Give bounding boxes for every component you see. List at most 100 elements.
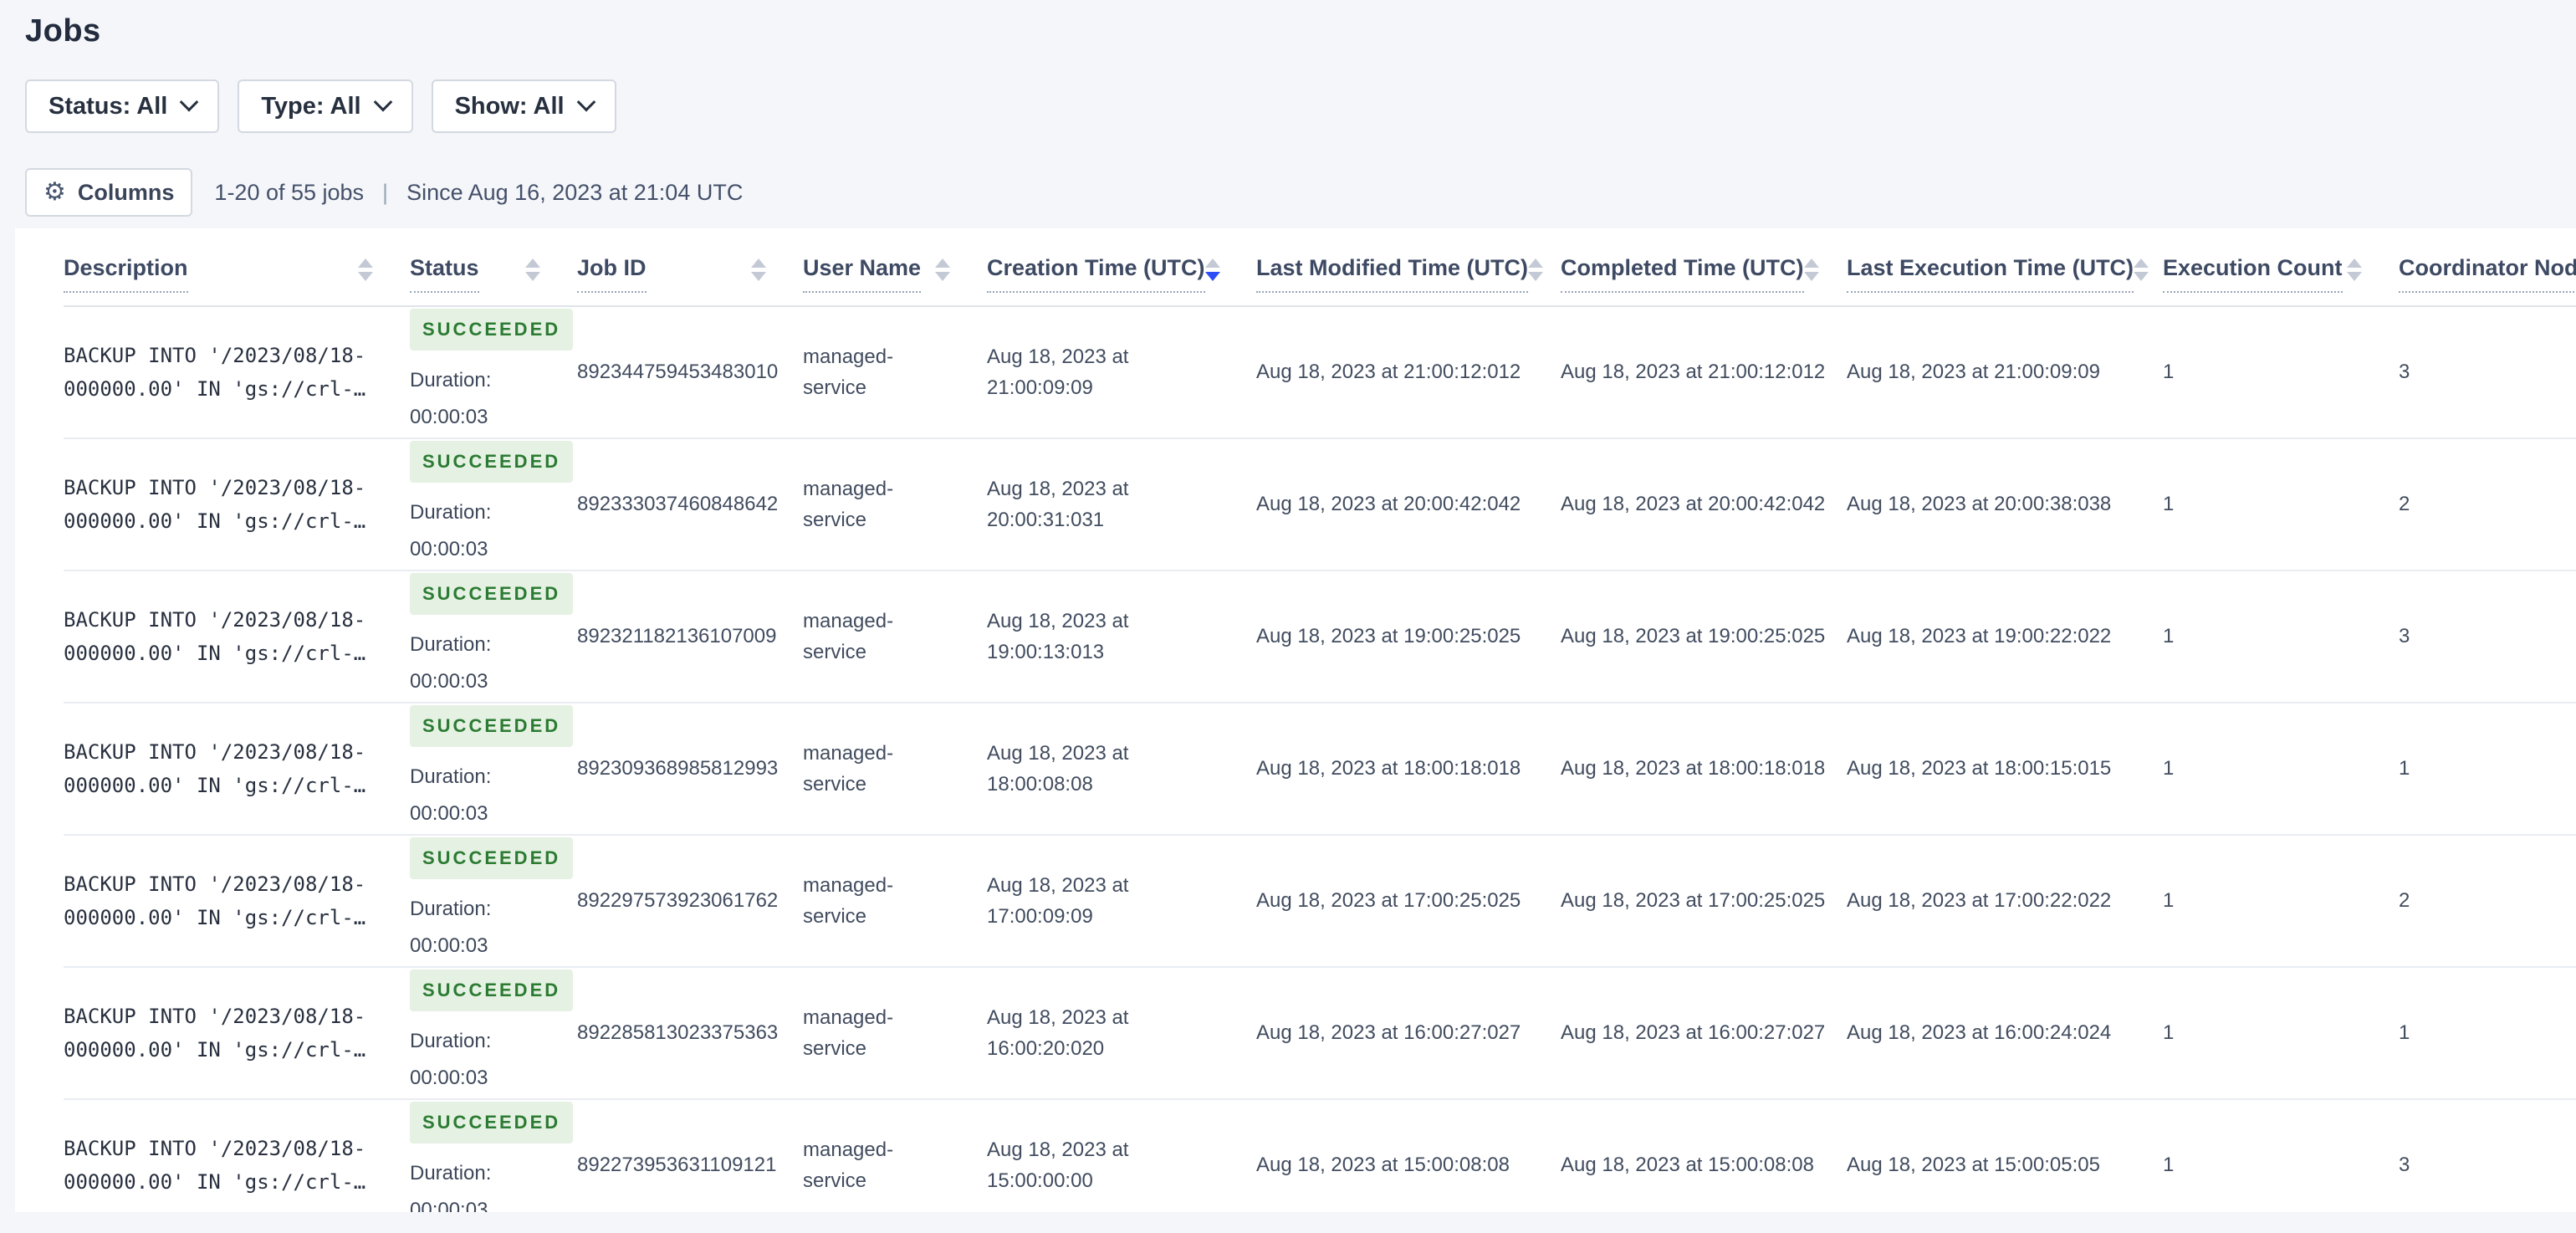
duration-label: Duration: xyxy=(410,369,492,392)
duration-value: 00:00:03 xyxy=(410,406,488,429)
job-description-link[interactable]: BACKUP INTO '/2023/08/18- 000000.00' IN … xyxy=(64,867,410,934)
sort-arrows-icon xyxy=(2347,258,2362,281)
coordinator-node-cell: 1 xyxy=(2399,1021,2410,1045)
job-id-cell: 892321182136107009 xyxy=(577,625,777,648)
column-header-execution-count[interactable]: Execution Count xyxy=(2163,255,2399,293)
sort-down-icon xyxy=(525,271,540,281)
sort-up-icon xyxy=(2134,258,2149,268)
table-row[interactable]: BACKUP INTO '/2023/08/18- 000000.00' IN … xyxy=(64,968,2576,1100)
coordinator-node-cell: 2 xyxy=(2399,493,2410,516)
duration-value: 00:00:03 xyxy=(410,1199,488,1212)
sort-up-icon xyxy=(1528,258,1544,268)
last-modified-time-cell: Aug 18, 2023 at 21:00:12:012 xyxy=(1256,361,1521,384)
column-header-label: Job ID xyxy=(577,255,647,293)
duration-label: Duration: xyxy=(410,898,492,921)
execution-count-cell: 1 xyxy=(2163,625,2175,648)
table-row[interactable]: BACKUP INTO '/2023/08/18- 000000.00' IN … xyxy=(64,571,2576,703)
jobs-table: Description Status Job ID User Name Crea… xyxy=(15,228,2576,1212)
coordinator-node-cell: 3 xyxy=(2399,625,2410,648)
table-header-row: Description Status Job ID User Name Crea… xyxy=(64,228,2576,307)
result-count: 1-20 of 55 jobs xyxy=(214,179,365,205)
status-badge: SUCCEEDED xyxy=(410,969,574,1012)
creation-time-cell: Aug 18, 2023 at 17:00:09:09 xyxy=(987,873,1129,928)
sort-up-icon xyxy=(1204,258,1220,268)
sort-arrows-icon xyxy=(2134,258,2149,281)
last-execution-time-cell: Aug 18, 2023 at 17:00:22:022 xyxy=(1847,889,2112,913)
user-name-cell: managed-service xyxy=(803,477,894,531)
job-description-line2: 000000.00' IN 'gs://crl-… xyxy=(64,377,366,401)
job-description-line1: BACKUP INTO '/2023/08/18- xyxy=(64,476,366,499)
coordinator-node-cell: 2 xyxy=(2399,889,2410,913)
last-modified-time-cell: Aug 18, 2023 at 15:00:08:08 xyxy=(1256,1154,1510,1177)
status-badge: SUCCEEDED xyxy=(410,308,574,351)
column-header-label: Coordinator Node xyxy=(2399,255,2576,293)
execution-count-cell: 1 xyxy=(2163,1154,2175,1177)
user-name-cell: managed-service xyxy=(803,873,894,928)
job-description-link[interactable]: BACKUP INTO '/2023/08/18- 000000.00' IN … xyxy=(64,339,410,406)
duration-value: 00:00:03 xyxy=(410,538,488,561)
job-status-cell: SUCCEEDED Duration: 00:00:03 xyxy=(410,308,577,436)
column-header-last-execution-time[interactable]: Last Execution Time (UTC) xyxy=(1847,255,2163,293)
job-description-line2: 000000.00' IN 'gs://crl-… xyxy=(64,774,366,797)
columns-button[interactable]: ⚙ Columns xyxy=(25,168,193,217)
column-header-status[interactable]: Status xyxy=(410,255,577,293)
table-row[interactable]: BACKUP INTO '/2023/08/18- 000000.00' IN … xyxy=(64,439,2576,571)
type-filter-dropdown[interactable]: Type: All xyxy=(238,79,413,133)
column-header-label: Execution Count xyxy=(2163,255,2343,293)
status-filter-dropdown[interactable]: Status: All xyxy=(25,79,220,133)
job-status-cell: SUCCEEDED Duration: 00:00:03 xyxy=(410,1101,577,1212)
job-description-line1: BACKUP INTO '/2023/08/18- xyxy=(64,344,366,367)
column-header-job-id[interactable]: Job ID xyxy=(577,255,803,293)
job-description-link[interactable]: BACKUP INTO '/2023/08/18- 000000.00' IN … xyxy=(64,735,410,802)
job-description-link[interactable]: BACKUP INTO '/2023/08/18- 000000.00' IN … xyxy=(64,1000,410,1067)
job-description-link[interactable]: BACKUP INTO '/2023/08/18- 000000.00' IN … xyxy=(64,603,410,670)
sort-arrows-icon xyxy=(1803,258,1819,281)
column-header-last-modified-time[interactable]: Last Modified Time (UTC) xyxy=(1256,255,1561,293)
column-header-label: Creation Time (UTC) xyxy=(987,255,1205,293)
job-id-cell: 892297573923061762 xyxy=(577,889,779,913)
sort-arrows-icon xyxy=(1204,258,1220,281)
table-row[interactable]: BACKUP INTO '/2023/08/18- 000000.00' IN … xyxy=(64,703,2576,836)
job-description-line2: 000000.00' IN 'gs://crl-… xyxy=(64,509,366,533)
sort-down-icon xyxy=(751,271,766,281)
execution-count-cell: 1 xyxy=(2163,493,2175,516)
job-status-cell: SUCCEEDED Duration: 00:00:03 xyxy=(410,836,577,964)
completed-time-cell: Aug 18, 2023 at 16:00:27:027 xyxy=(1561,1021,1826,1045)
column-header-creation-time[interactable]: Creation Time (UTC) xyxy=(987,255,1256,293)
sort-arrows-icon xyxy=(935,258,950,281)
column-header-description[interactable]: Description xyxy=(64,255,410,293)
column-header-coordinator-node[interactable]: Coordinator Node xyxy=(2399,255,2576,293)
sort-down-icon xyxy=(1803,271,1819,281)
column-header-label: Status xyxy=(410,255,479,293)
columns-button-label: Columns xyxy=(77,179,175,205)
sort-down-icon xyxy=(935,271,950,281)
sort-down-icon xyxy=(358,271,373,281)
duration-label: Duration: xyxy=(410,765,492,789)
completed-time-cell: Aug 18, 2023 at 19:00:25:025 xyxy=(1561,625,1826,648)
column-header-completed-time[interactable]: Completed Time (UTC) xyxy=(1561,255,1847,293)
gear-icon: ⚙ xyxy=(43,177,66,207)
job-id-cell: 892273953631109121 xyxy=(577,1154,777,1177)
completed-time-cell: Aug 18, 2023 at 15:00:08:08 xyxy=(1561,1154,1814,1177)
table-row[interactable]: BACKUP INTO '/2023/08/18- 000000.00' IN … xyxy=(64,307,2576,439)
table-row[interactable]: BACKUP INTO '/2023/08/18- 000000.00' IN … xyxy=(64,836,2576,968)
chevron-down-icon xyxy=(180,92,199,112)
last-execution-time-cell: Aug 18, 2023 at 20:00:38:038 xyxy=(1847,493,2112,516)
table-row[interactable]: BACKUP INTO '/2023/08/18- 000000.00' IN … xyxy=(64,1100,2576,1212)
last-modified-time-cell: Aug 18, 2023 at 17:00:25:025 xyxy=(1256,889,1521,913)
coordinator-node-cell: 3 xyxy=(2399,1154,2410,1177)
job-description-link[interactable]: BACKUP INTO '/2023/08/18- 000000.00' IN … xyxy=(64,471,410,538)
job-description-line2: 000000.00' IN 'gs://crl-… xyxy=(64,1038,366,1062)
job-description-line1: BACKUP INTO '/2023/08/18- xyxy=(64,1137,366,1160)
job-description-link[interactable]: BACKUP INTO '/2023/08/18- 000000.00' IN … xyxy=(64,1132,410,1199)
column-header-user-name[interactable]: User Name xyxy=(803,255,987,293)
execution-count-cell: 1 xyxy=(2163,757,2175,780)
status-badge: SUCCEEDED xyxy=(410,836,574,880)
column-header-label: Description xyxy=(64,255,188,293)
last-execution-time-cell: Aug 18, 2023 at 19:00:22:022 xyxy=(1847,625,2112,648)
creation-time-cell: Aug 18, 2023 at 15:00:00:00 xyxy=(987,1138,1129,1192)
sort-up-icon xyxy=(1803,258,1819,268)
column-header-label: Completed Time (UTC) xyxy=(1561,255,1804,293)
table-toolbar: ⚙ Columns 1-20 of 55 jobs | Since Aug 16… xyxy=(25,168,2576,217)
show-filter-dropdown[interactable]: Show: All xyxy=(431,79,616,133)
